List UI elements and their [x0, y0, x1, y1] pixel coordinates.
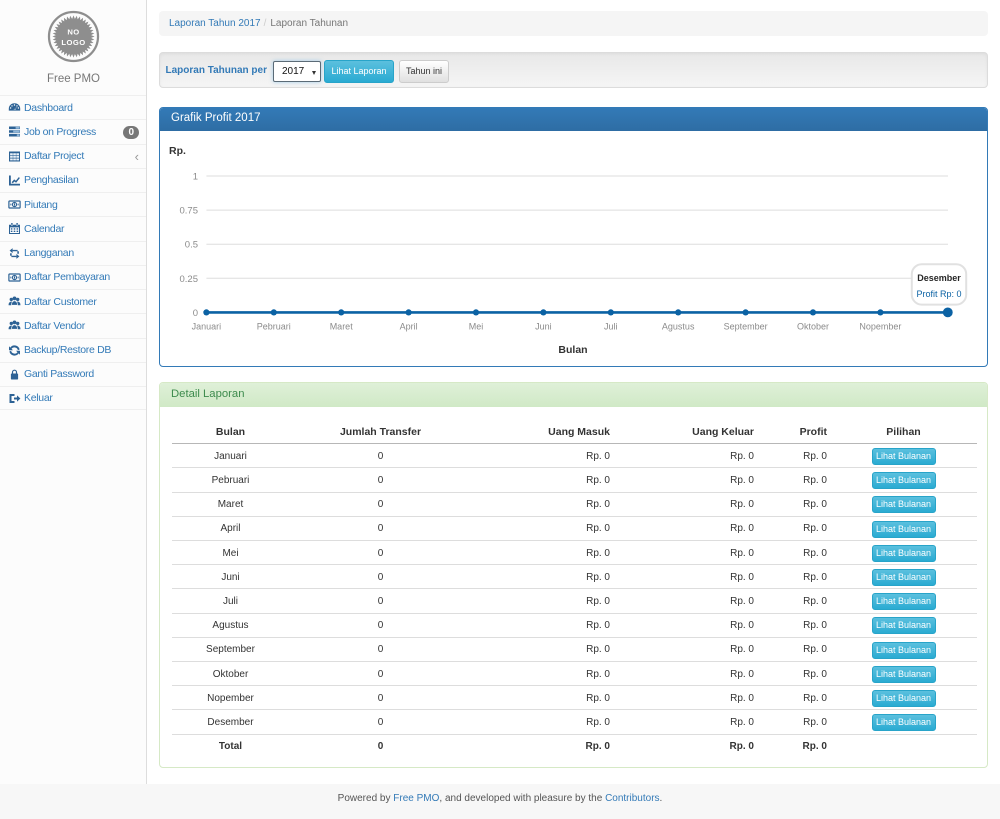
svg-text:Juni: Juni [535, 322, 552, 332]
svg-text:Profit Rp: 0: Profit Rp: 0 [916, 289, 961, 299]
svg-text:Rp.: Rp. [169, 145, 186, 157]
svg-text:Maret: Maret [330, 322, 354, 332]
svg-text:Juli: Juli [604, 322, 618, 332]
svg-text:0.75: 0.75 [180, 206, 199, 217]
svg-text:1: 1 [193, 172, 198, 183]
svg-text:Oktober: Oktober [797, 322, 829, 332]
svg-text:April: April [400, 322, 418, 332]
svg-text:NO: NO [67, 28, 79, 37]
svg-text:Januari: Januari [192, 322, 222, 332]
svg-text:Agustus: Agustus [662, 322, 695, 332]
svg-text:Mei: Mei [469, 322, 484, 332]
svg-text:Desember: Desember [917, 273, 961, 283]
svg-text:Pebruari: Pebruari [257, 322, 291, 332]
svg-text:Bulan: Bulan [558, 344, 587, 356]
svg-text:0.5: 0.5 [185, 240, 198, 251]
svg-text:0: 0 [193, 308, 198, 319]
svg-text:Nopember: Nopember [859, 322, 901, 332]
svg-text:0.25: 0.25 [180, 274, 199, 285]
svg-text:LOGO: LOGO [61, 38, 85, 47]
svg-text:September: September [724, 322, 768, 332]
